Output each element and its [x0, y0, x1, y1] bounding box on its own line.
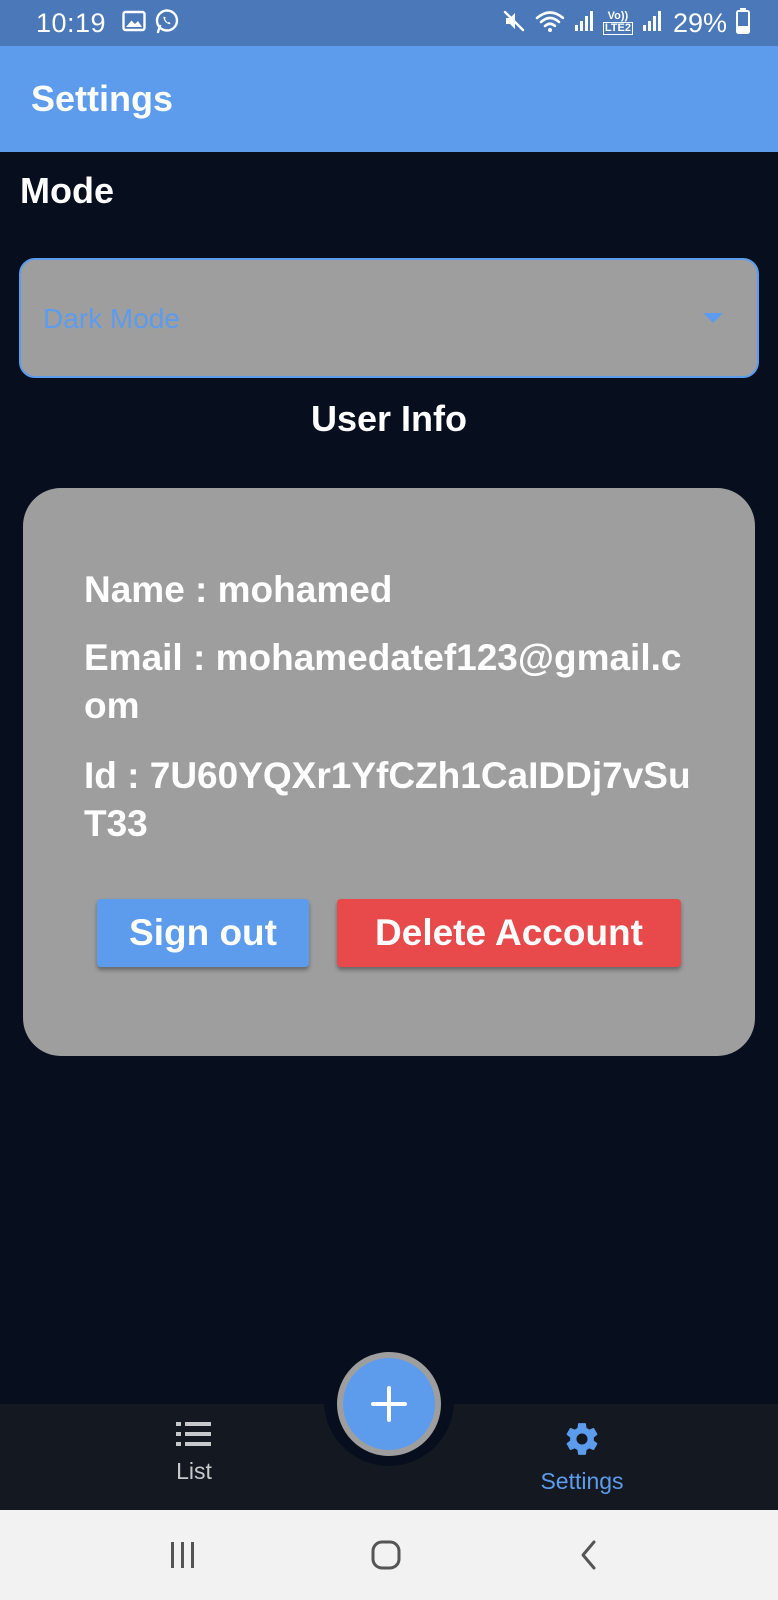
home-icon — [371, 1540, 401, 1570]
battery-percent: 29% — [672, 7, 727, 38]
mode-heading: Mode — [20, 170, 114, 211]
whatsapp-icon — [154, 8, 180, 39]
nav-item-list[interactable]: List — [94, 1420, 294, 1485]
nav-item-label: Settings — [540, 1468, 624, 1494]
list-icon — [176, 1422, 211, 1446]
plus-icon — [371, 1386, 407, 1422]
status-right-icons: Vo)) LTE2 29% — [502, 0, 750, 46]
mode-dropdown-value: Dark Mode — [43, 303, 180, 334]
mode-dropdown[interactable]: Dark Mode — [19, 258, 759, 378]
recent-apps-icon — [171, 1542, 194, 1568]
recent-apps-button[interactable] — [153, 1530, 213, 1580]
user-name: Name : mohamed — [84, 569, 393, 610]
status-bar: 10:19 Vo)) LTE2 29% — [0, 0, 778, 46]
user-id: Id : 7U60YQXr1YfCZh1CaIDDj7vSuT33 — [84, 755, 691, 844]
sign-out-button[interactable]: Sign out — [97, 899, 309, 967]
status-left-icons — [122, 8, 180, 39]
status-time: 10:19 — [36, 7, 107, 38]
mute-icon — [502, 9, 526, 38]
back-icon — [581, 1540, 596, 1570]
system-navigation-bar — [0, 1510, 778, 1600]
back-button[interactable] — [559, 1530, 619, 1580]
nav-item-settings[interactable]: Settings — [482, 1420, 682, 1495]
delete-account-button[interactable]: Delete Account — [337, 899, 681, 967]
battery-icon — [736, 7, 750, 39]
signal-icon — [642, 10, 662, 37]
user-info-card: Name : mohamed Email : mohamedatef123@gm… — [23, 488, 755, 1056]
add-fab-button[interactable] — [337, 1352, 441, 1456]
wifi-icon — [535, 9, 565, 38]
app-bar: Settings — [0, 46, 778, 152]
gallery-icon — [122, 10, 146, 37]
home-button[interactable] — [356, 1530, 416, 1580]
signal-icon — [574, 10, 594, 37]
volte-lte2-icon: Vo)) LTE2 — [602, 10, 633, 35]
page-title: Settings — [31, 78, 174, 119]
user-info-heading: User Info — [310, 398, 468, 439]
user-email: Email : mohamedatef123@gmail.com — [84, 637, 682, 726]
nav-item-label: List — [176, 1458, 212, 1484]
arrow-drop-down-icon — [703, 313, 723, 323]
gear-icon — [566, 1423, 598, 1455]
